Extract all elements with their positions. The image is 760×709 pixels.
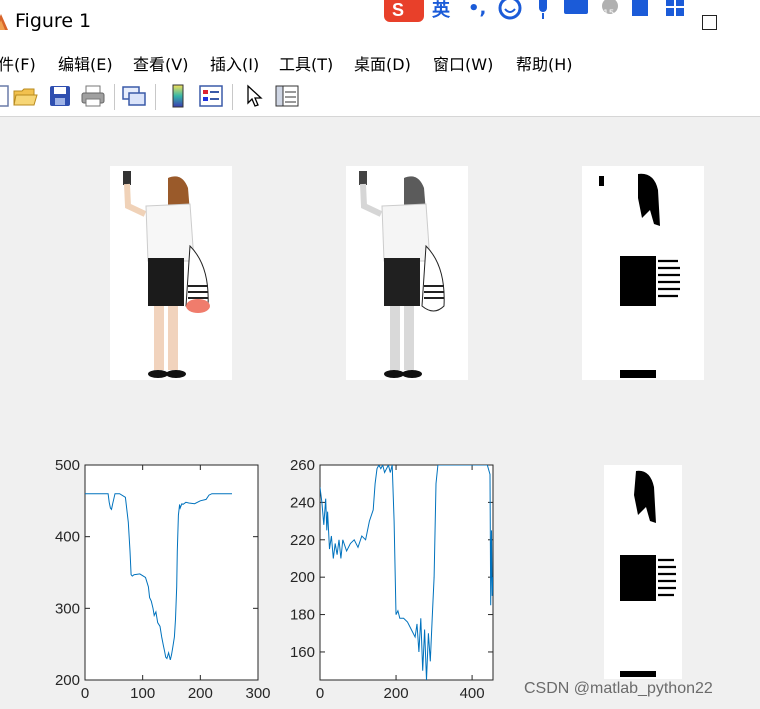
toolbar-separator [155,84,156,110]
menu-view[interactable]: 查看(V) [133,51,188,75]
matlab-logo-icon [0,14,8,30]
toolbar-separator [232,84,233,110]
legend-icon[interactable] [198,83,224,109]
open-folder-icon[interactable] [12,83,38,109]
y-tick-label: 260 [290,457,315,474]
colorbar-icon[interactable] [165,83,191,109]
y-tick-label: 160 [290,644,315,661]
y-tick-label: 180 [290,607,315,624]
watermark-text: CSDN @matlab_python22 [524,680,713,697]
ime-language-label: 英 [431,0,451,21]
tshirt-icon [632,0,648,16]
svg-text:S: S [392,0,404,20]
microphone-icon [539,0,547,19]
menu-insert[interactable]: 插入(I) [210,51,259,75]
image-grayscale [346,166,468,380]
title-bar: Figure 1 S 英 •, 15 [0,0,760,44]
y-tick-label: 400 [55,529,80,546]
window-title: Figure 1 [15,10,92,32]
x-tick-label: 0 [81,685,89,702]
menu-help[interactable]: 帮助(H) [516,51,573,75]
y-tick-label: 200 [290,569,315,586]
keyboard-icon [564,0,588,14]
emoji-icon [498,0,522,20]
property-editor-icon[interactable] [274,83,300,109]
y-tick-label: 240 [290,494,315,511]
svg-text:•,: •, [468,0,486,19]
image-binary-cropped [604,465,682,679]
pointer-icon[interactable] [242,83,268,109]
toolbar-separator [114,84,115,110]
y-tick-label: 500 [55,457,80,474]
x-tick-label: 400 [460,685,485,702]
svg-text:15: 15 [603,9,614,19]
save-icon[interactable] [47,83,73,109]
plot-left-profile: 0 100 200 300 200 300 400 500 [55,457,271,702]
x-tick-label: 100 [130,685,155,702]
menu-edit[interactable]: 编辑(E) [58,51,113,75]
link-plot-icon[interactable] [121,83,147,109]
image-binary [582,166,704,380]
grid-menu-icon [666,0,684,16]
skin-icon: 15 [602,0,618,19]
y-tick-label: 200 [55,672,80,689]
punctuation-icon: •, [468,0,486,19]
menu-tools[interactable]: 工具(T) [279,51,333,75]
ime-toolbar: S 英 •, 15 [384,0,684,22]
toolbar [0,78,760,117]
y-tick-label: 300 [55,600,80,617]
maximize-button[interactable] [702,15,717,30]
menu-desktop[interactable]: 桌面(D) [354,51,411,75]
menu-window[interactable]: 窗口(W) [433,51,493,75]
image-original [110,166,232,380]
x-tick-label: 200 [384,685,409,702]
y-tick-label: 220 [290,532,315,549]
plot-right-profile: 0 200 400 160 180 200 220 240 260 [290,457,494,702]
print-icon[interactable] [80,83,106,109]
menu-bar: 件(F) 编辑(E) 查看(V) 插入(I) 工具(T) 桌面(D) 窗口(W)… [0,44,760,78]
x-tick-label: 300 [245,685,270,702]
menu-file[interactable]: 件(F) [0,51,36,75]
sogou-logo-icon: S [384,0,424,22]
x-tick-label: 0 [316,685,324,702]
x-tick-label: 200 [188,685,213,702]
axes-frame [84,464,259,681]
axes-frame [319,464,494,681]
